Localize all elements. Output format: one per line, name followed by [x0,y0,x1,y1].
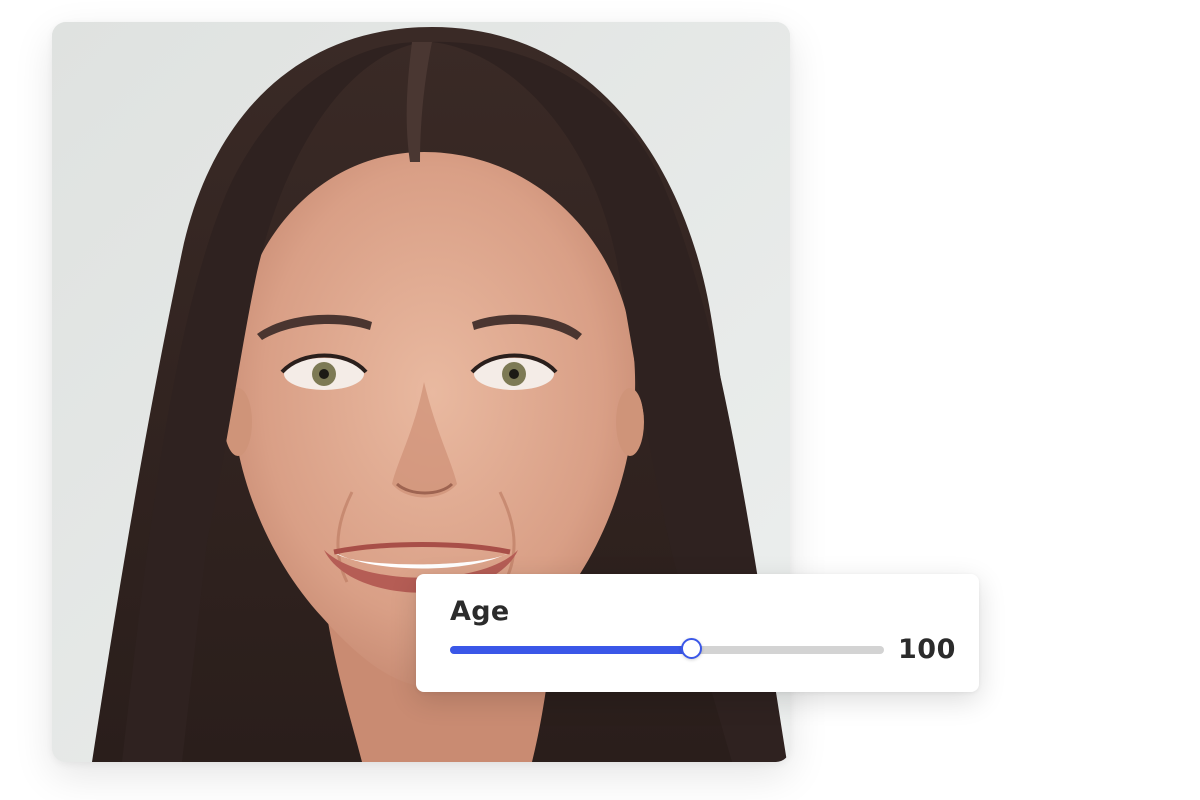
app-stage: Age 100 [0,0,1200,800]
age-slider-thumb[interactable] [681,638,703,659]
age-value: 100 [898,634,956,665]
age-slider-fill [450,646,694,654]
age-slider[interactable] [450,638,884,660]
age-label: Age [450,596,510,627]
age-control-panel: Age 100 [416,574,979,692]
